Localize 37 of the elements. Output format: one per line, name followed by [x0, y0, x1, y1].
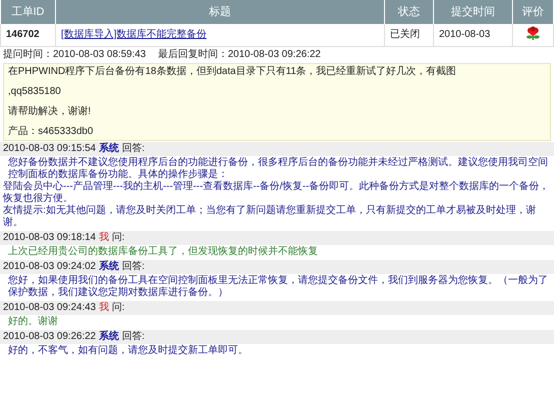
reply-author: 我	[98, 302, 109, 314]
reply-verb: 回答:	[122, 143, 145, 155]
ticket-id: 146702	[6, 29, 40, 40]
question-text: 在PHPWIND程序下后台备份有18条数据，但到data目录下只有11条，我已经重新试了好几次，有截图	[8, 66, 458, 78]
reply-text: 您好备份数据并不建议您使用程序后台的功能进行备份，很多程序后台的备份功能并未经过严格测试。建议您使用我司空间控制面板的数据库备份功能。具体的操作步骤是：	[7, 157, 549, 180]
column-header: 标题	[56, 0, 384, 24]
reply-verb: 问:	[112, 302, 125, 314]
reply-text: 好的。谢谢	[8, 316, 59, 328]
column-header: 工单ID	[0, 0, 56, 24]
reply-verb: 问:	[112, 232, 125, 244]
reply-verb: 回答:	[122, 331, 145, 343]
last-reply-time: 最后回复时间：2010-08-03 09:26:22	[158, 49, 321, 61]
reply-time: 2010-08-03 09:18:14	[3, 232, 96, 244]
ticket-status: 已关闭	[390, 29, 420, 40]
asked-time: 提问时间：2010-08-03 08:59:43	[3, 49, 146, 61]
column-header: 状态	[384, 0, 434, 24]
reply-time: 2010-08-03 09:26:22	[3, 331, 96, 343]
reply-author: 我	[98, 232, 109, 244]
column-header: 提交时间	[434, 0, 512, 24]
reply-author: 系统	[98, 143, 119, 155]
reply-text: 上次已经用贵公司的数据库备份工具了，但发现恢复的时候并不能恢复	[8, 246, 319, 258]
reply-author: 系统	[98, 261, 119, 273]
reply-text: 登陆会员中心---产品管理---我的主机---管理---查看数据库--备份/恢复--备份即可。此种备份方式是对整个数据库的一个备份，恢复也很方便。	[3, 181, 550, 204]
reply-time: 2010-08-03 09:24:43	[3, 302, 96, 314]
reply-time: 2010-08-03 09:15:54	[3, 143, 96, 155]
reply-author: 系统	[98, 331, 119, 343]
reminder-text: 友情提示:如无其他问题，请您及时关闭工单；当您有了新问题请您重新提交工单，只有新提交的工单才易被及时处理，谢谢。	[3, 205, 537, 229]
question-text: 产品：s465333db0	[8, 126, 94, 138]
question-text: ,qq5835180	[8, 86, 62, 98]
ticket-date: 2010-08-03	[439, 29, 490, 40]
reply-text: 好的，不客气，如有问题，请您及时提交新工单即可。	[7, 345, 249, 357]
reply-verb: 回答:	[122, 261, 145, 273]
reply-time: 2010-08-03 09:24:02	[3, 261, 96, 273]
flower-icon	[526, 26, 540, 40]
reply-text: 您好，如果使用我们的备份工具在空间控制面板里无法正常恢复，请您提交备份文件，我们到服务器为您恢复。（一般为了保护数据，我们建议您定期对数据库进行备份。）	[7, 275, 549, 299]
question-text: 请帮助解决，谢谢!	[8, 106, 92, 118]
column-header: 评价	[512, 0, 554, 24]
